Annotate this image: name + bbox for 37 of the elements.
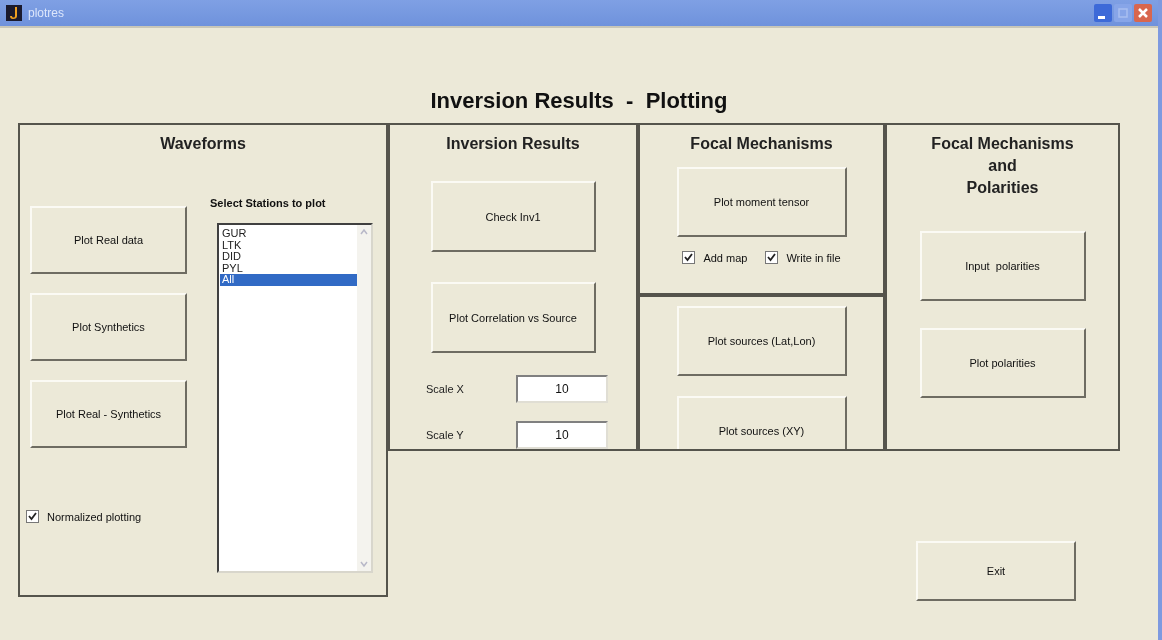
list-label: Select Stations to plot: [210, 197, 327, 209]
check-button[interactable]: Check Inv1: [430, 181, 596, 252]
minimize-button[interactable]: [1094, 4, 1112, 22]
app-icon: [6, 5, 22, 21]
plot-correlation-button[interactable]: Plot Correlation vs Source: [430, 282, 596, 353]
plot-button[interactable]: Plot Synthetics: [30, 293, 187, 361]
exit-button[interactable]: Exit: [916, 541, 1076, 601]
plot-sources-button[interactable]: Plot sources (XY): [676, 396, 847, 449]
field-label: Scale X: [426, 383, 465, 395]
panel-title: Inversion Results: [446, 134, 580, 154]
field-label: Scale Y: [426, 429, 465, 441]
list-item[interactable]: PYL: [220, 262, 357, 274]
panel-title: Waveforms: [159, 134, 247, 154]
window-title: plotres: [28, 6, 65, 20]
station-list[interactable]: GUR LTK DID PYL All: [217, 223, 373, 573]
panel-title: Focal Mechanisms: [690, 134, 833, 154]
close-button[interactable]: [1134, 4, 1152, 22]
list-item[interactable]: GUR: [220, 228, 357, 240]
panel-title: Focal Mechanisms and Polarities: [931, 134, 1074, 198]
list-item[interactable]: All: [220, 274, 357, 286]
plot-tensor-button[interactable]: Plot moment tensor: [676, 167, 847, 237]
checkbox-label: Add map: [703, 251, 748, 264]
list-item[interactable]: LTK: [220, 239, 357, 251]
scale-field[interactable]: 10: [516, 375, 608, 403]
checkbox-label: Normalized plotting: [47, 510, 142, 523]
list-item[interactable]: DID: [220, 251, 357, 263]
page-heading: Inversion Results - Plotting: [430, 87, 728, 114]
input-polarities-button[interactable]: Input polarities: [919, 231, 1086, 301]
scale-field[interactable]: 10: [516, 421, 608, 449]
plot-button[interactable]: Plot Real - Synthetics: [30, 380, 187, 448]
checkbox[interactable]: [765, 251, 779, 264]
plot-sources-button[interactable]: Plot sources (Lat,Lon): [676, 306, 847, 376]
checkbox-label: Write in file: [786, 251, 841, 264]
checkbox[interactable]: [682, 251, 696, 264]
checkbox[interactable]: [26, 510, 39, 523]
plot-button[interactable]: Plot Real data: [30, 206, 187, 274]
plot-polarities-button[interactable]: Plot polarities: [919, 328, 1086, 398]
